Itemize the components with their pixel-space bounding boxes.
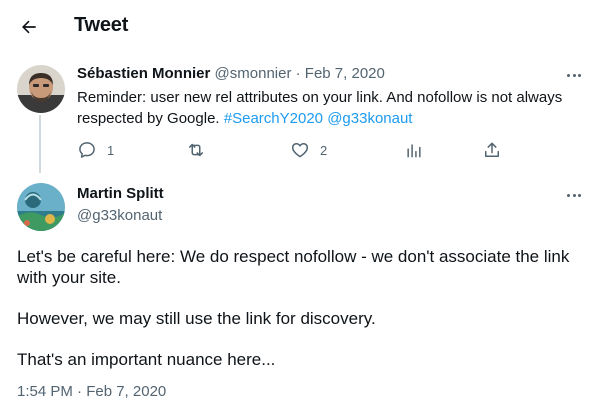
heart-icon: [291, 143, 309, 158]
thread-connector-line: [39, 115, 41, 173]
arrow-left-icon: [22, 20, 36, 34]
avatar-g33konaut[interactable]: [17, 183, 65, 231]
page-title: Tweet: [74, 14, 129, 36]
reply-tweet-actions: 1 2: [77, 138, 507, 162]
share-icon: [485, 142, 499, 157]
like-count: 2: [320, 142, 328, 158]
back-button[interactable]: [14, 12, 44, 42]
retweet-action[interactable]: [185, 138, 217, 162]
reply-separator: ·: [295, 65, 301, 82]
main-paragraph-3: That's an important nuance here...: [17, 350, 276, 369]
page-header: Tweet: [0, 0, 605, 54]
reply-action[interactable]: 1: [77, 138, 114, 162]
reply-count: 1: [107, 142, 115, 158]
analytics-action[interactable]: [404, 138, 424, 162]
main-tweet-text: Let's be careful here: We do respect nof…: [17, 246, 587, 390]
avatar-smonnier[interactable]: [17, 65, 65, 113]
main-author-name[interactable]: Martin Splitt: [77, 185, 164, 202]
main-paragraph-1: Let's be careful here: We do respect nof…: [17, 247, 570, 287]
main-paragraph-2: However, we may still use the link for d…: [17, 309, 376, 328]
hashtag-link[interactable]: #SearchY2020: [224, 110, 323, 127]
reply-tweet-header: Sébastien Monnier @smonnier · Feb 7, 202…: [77, 65, 385, 82]
reply-tweet-text: Reminder: user new rel attributes on you…: [77, 87, 582, 129]
analytics-icon: [407, 144, 421, 158]
retweet-icon: [189, 143, 203, 157]
reply-author-handle[interactable]: @smonnier: [215, 65, 292, 82]
reply-more-button[interactable]: [563, 64, 585, 86]
like-action[interactable]: 2: [290, 138, 327, 162]
share-action[interactable]: [482, 138, 502, 162]
reply-date[interactable]: Feb 7, 2020: [305, 65, 385, 82]
main-more-button[interactable]: [563, 184, 585, 206]
main-tweet-timestamp[interactable]: 1:54 PM · Feb 7, 2020: [17, 383, 166, 400]
reply-author-name[interactable]: Sébastien Monnier: [77, 65, 210, 82]
mention-link[interactable]: @g33konaut: [327, 110, 412, 127]
main-author-handle[interactable]: @g33konaut: [77, 207, 162, 224]
reply-icon: [79, 142, 95, 158]
